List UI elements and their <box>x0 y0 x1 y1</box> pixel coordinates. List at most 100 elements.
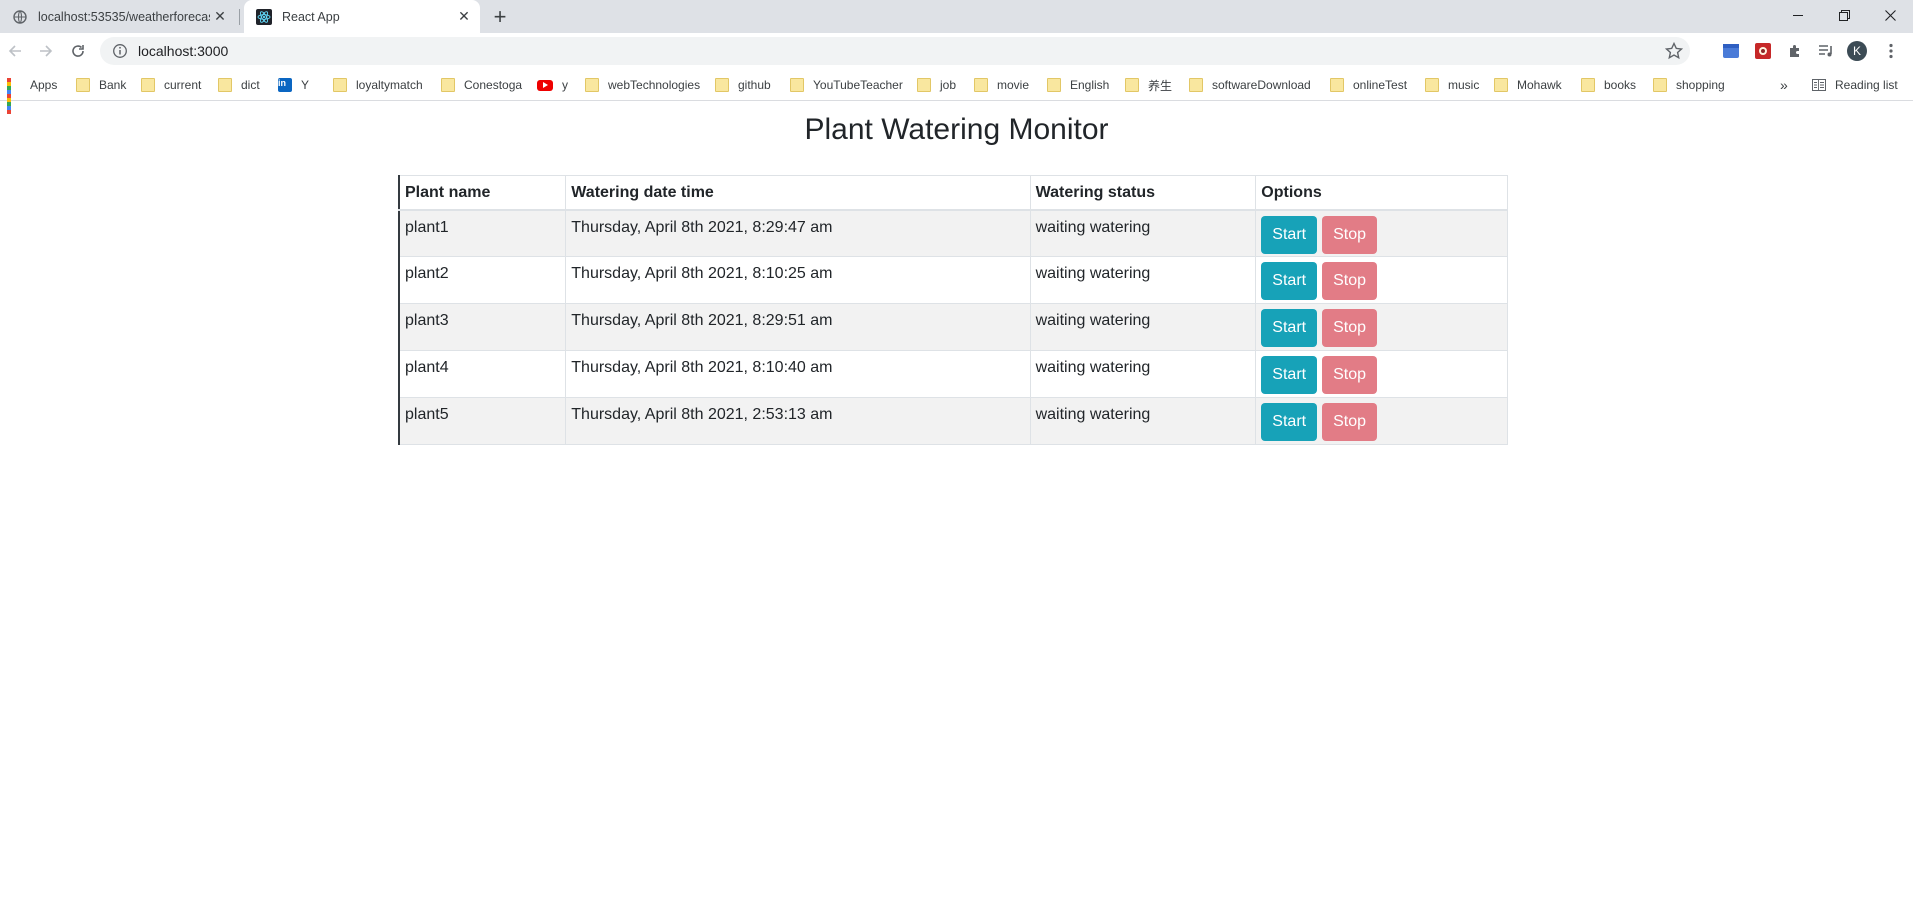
stop-button[interactable]: Stop <box>1322 215 1378 254</box>
column-header-watering-status: Watering status <box>1029 175 1257 211</box>
start-button[interactable]: Start <box>1261 215 1318 254</box>
apps-grid-icon <box>7 78 21 114</box>
bookmark-label: Y <box>301 78 310 92</box>
start-button[interactable]: Start <box>1261 403 1318 441</box>
globe-icon <box>12 9 28 25</box>
tab-react-app[interactable]: React App ✕ <box>244 0 480 33</box>
start-button[interactable]: Start <box>1261 309 1318 347</box>
column-header-plant-name: Plant name <box>398 175 567 211</box>
reload-icon <box>72 45 84 57</box>
bookmark-label: current <box>164 78 202 92</box>
bookmark-label: Bank <box>99 78 127 92</box>
bookmark-movie[interactable]: movie <box>974 75 1029 95</box>
folder-icon <box>585 78 599 92</box>
bookmark-loyaltymatch[interactable]: loyaltymatch <box>333 75 423 95</box>
bookmark-apps[interactable]: Apps <box>7 75 57 114</box>
extension-icon-blue[interactable] <box>1720 40 1742 62</box>
forward-button[interactable] <box>33 38 59 64</box>
bookmark-current[interactable]: current <box>141 75 201 95</box>
stop-button[interactable]: Stop <box>1322 356 1378 394</box>
more-bookmarks-button[interactable]: » <box>1780 75 1788 95</box>
extensions-puzzle-icon[interactable] <box>1784 40 1806 62</box>
close-tab-icon[interactable]: ✕ <box>454 7 474 27</box>
bookmark-webtechnologies[interactable]: webTechnologies <box>585 75 700 95</box>
extension-icon-red[interactable] <box>1752 40 1774 62</box>
page-title: Plant Watering Monitor <box>804 113 1109 146</box>
folder-icon <box>917 78 931 92</box>
stop-button[interactable]: Stop <box>1322 309 1378 347</box>
table-header-row: Plant name Watering date time Watering s… <box>398 175 1508 211</box>
close-tab-icon[interactable]: ✕ <box>210 7 230 27</box>
folder-icon <box>974 78 988 92</box>
close-window-button[interactable] <box>1867 0 1913 30</box>
bookmark-label: dict <box>241 78 260 92</box>
minimize-button[interactable] <box>1775 0 1821 30</box>
folder-icon <box>1189 78 1203 92</box>
bookmark-label: Mohawk <box>1517 78 1562 92</box>
bookmark-label: 养生 <box>1148 78 1173 93</box>
bookmark-star-icon[interactable] <box>1664 41 1684 61</box>
bookmark-label: music <box>1448 78 1480 92</box>
reading-list-button[interactable]: Reading list <box>1812 75 1898 95</box>
table-row: plant4 Thursday, April 8th 2021, 8:10:40… <box>398 350 1508 398</box>
bookmark-job[interactable]: job <box>917 75 956 95</box>
tab-title: localhost:53535/weatherforecast <box>38 9 210 24</box>
options-cell: Start Stop <box>1255 303 1508 351</box>
back-button[interactable] <box>2 38 28 64</box>
restore-button[interactable] <box>1821 0 1867 30</box>
column-header-watering-date-time: Watering date time <box>565 175 1031 211</box>
folder-icon <box>1047 78 1061 92</box>
media-control-icon[interactable] <box>1815 40 1837 62</box>
bookmark-books[interactable]: books <box>1581 75 1636 95</box>
profile-avatar[interactable]: K <box>1846 40 1868 62</box>
stop-button[interactable]: Stop <box>1322 403 1378 441</box>
bookmark-y-youtube[interactable]: y <box>537 75 568 95</box>
browser-menu-icon[interactable] <box>1880 40 1902 62</box>
bookmark-y-linkedin[interactable]: in Y <box>278 75 309 95</box>
bookmark-softwaredownload[interactable]: softwareDownload <box>1189 75 1311 95</box>
bookmark-label: github <box>738 78 771 92</box>
tab-title: React App <box>282 9 340 24</box>
tab-weatherforecast[interactable]: localhost:53535/weatherforecast ✕ <box>0 0 240 33</box>
options-cell: Start Stop <box>1255 397 1508 445</box>
bookmark-onlinetest[interactable]: onlineTest <box>1330 75 1407 95</box>
new-tab-button[interactable]: + <box>487 4 513 30</box>
folder-icon <box>1494 78 1508 92</box>
bookmark-mohawk[interactable]: Mohawk <box>1494 75 1562 95</box>
bookmark-label: softwareDownload <box>1212 78 1311 92</box>
table-row: plant1 Thursday, April 8th 2021, 8:29:47… <box>398 209 1508 257</box>
folder-icon <box>441 78 455 92</box>
avatar: K <box>1847 41 1867 61</box>
site-info-icon[interactable] <box>112 43 128 59</box>
table-row: plant5 Thursday, April 8th 2021, 2:53:13… <box>398 397 1508 445</box>
bookmark-dict[interactable]: dict <box>218 75 260 95</box>
react-icon <box>256 8 272 25</box>
bookmark-conestoga[interactable]: Conestoga <box>441 75 522 95</box>
bookmark-shopping[interactable]: shopping <box>1653 75 1725 95</box>
bookmark-label: webTechnologies <box>608 78 701 92</box>
plant-name-cell: plant4 <box>398 350 567 398</box>
bookmark-english[interactable]: English <box>1047 75 1109 95</box>
column-header-options: Options <box>1255 175 1508 211</box>
bookmark-youtubeteacher[interactable]: YouTubeTeacher <box>790 75 903 95</box>
start-button[interactable]: Start <box>1261 356 1318 394</box>
bookmark-label: English <box>1070 78 1110 92</box>
bookmark-label: y <box>562 78 568 92</box>
watering-status-cell: waiting watering <box>1029 256 1257 304</box>
stop-button[interactable]: Stop <box>1322 262 1378 300</box>
bookmark-label: books <box>1604 78 1637 92</box>
bookmark-bank[interactable]: Bank <box>76 75 126 95</box>
options-cell: Start Stop <box>1255 209 1508 257</box>
url-text[interactable]: localhost:3000 <box>138 43 1664 59</box>
plant-table: Plant name Watering date time Watering s… <box>398 175 1508 445</box>
watering-status-cell: waiting watering <box>1029 350 1257 398</box>
address-bar[interactable]: localhost:3000 <box>100 37 1690 65</box>
start-button[interactable]: Start <box>1261 262 1318 300</box>
bookmark-music[interactable]: music <box>1425 75 1479 95</box>
watering-datetime-cell: Thursday, April 8th 2021, 8:10:40 am <box>565 350 1031 398</box>
folder-icon <box>141 78 155 92</box>
bookmark-github[interactable]: github <box>715 75 771 95</box>
watering-status-cell: waiting watering <box>1029 303 1257 351</box>
bookmark-yangsheng[interactable]: 养生 <box>1125 75 1172 95</box>
reload-button[interactable] <box>65 38 91 64</box>
